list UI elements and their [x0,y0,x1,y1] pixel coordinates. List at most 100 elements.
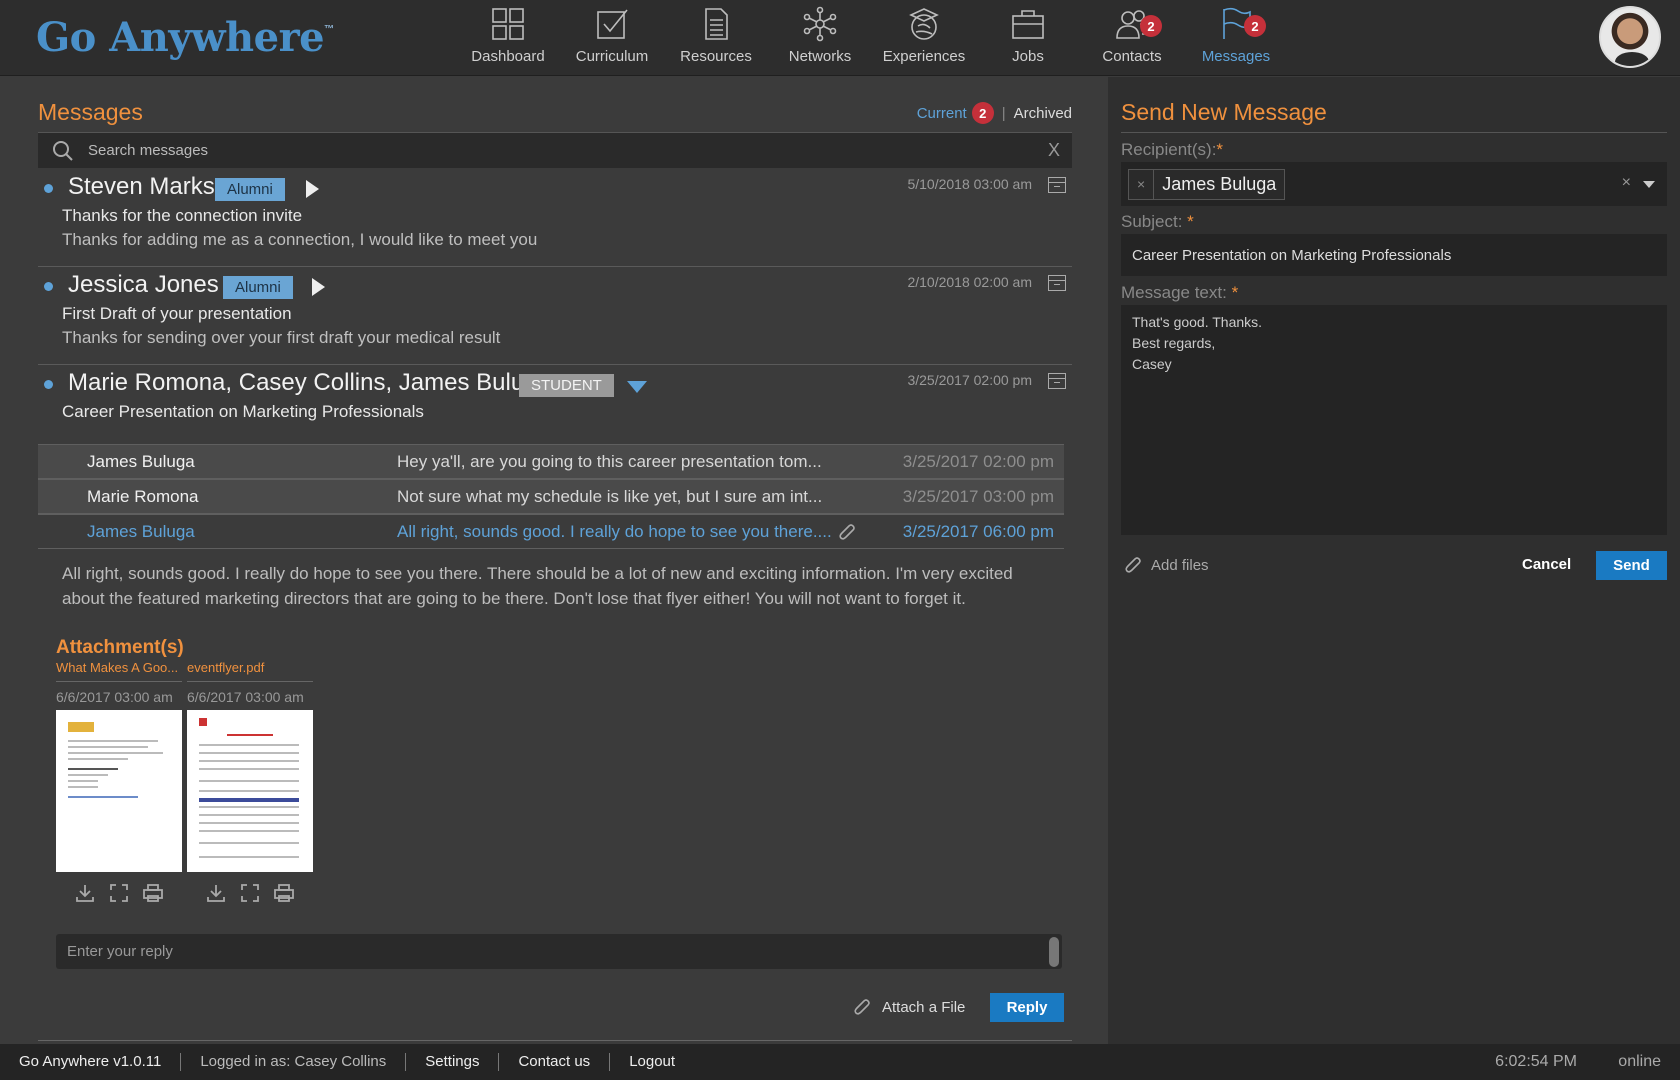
networks-icon [803,6,837,42]
fullscreen-icon[interactable] [239,882,261,904]
message-preview: Thanks for adding me as a connection, I … [62,230,538,249]
expand-icon[interactable] [312,278,325,296]
reply-scrollbar[interactable] [1049,936,1059,967]
archive-icon[interactable] [1048,177,1066,193]
recipients-field[interactable]: × James Buluga × [1121,162,1667,206]
current-badge: 2 [971,102,994,124]
nav-label: Networks [788,48,852,65]
thread-text: Not sure what my schedule is like yet, b… [397,486,823,506]
nav-networks[interactable]: Networks [768,0,872,76]
add-files-button[interactable]: Add files [1123,555,1209,575]
recipient-chip: × James Buluga [1128,169,1286,200]
jobs-icon [1012,10,1044,39]
message-tabs: Current 2 | Archived [917,102,1072,124]
collapse-icon[interactable] [627,381,647,393]
expand-icon[interactable] [306,180,319,198]
thread-row-selected[interactable]: James Buluga All right, sounds good. I r… [38,514,1064,549]
thread-list: James Buluga Hey ya'll, are you going to… [38,444,1064,549]
nav-label: Experiences [882,48,966,65]
unread-dot [44,380,53,389]
nav-resources[interactable]: Resources [664,0,768,76]
contact-link[interactable]: Contact us [498,1053,609,1071]
thread-date: 3/25/2017 06:00 pm [902,521,1054,541]
message-preview: Thanks for sending over your first draft… [62,328,501,347]
message-subject: Career Presentation on Marketing Profess… [62,402,424,421]
thread-row[interactable]: James Buluga Hey ya'll, are you going to… [38,444,1064,479]
recipient-name: James Buluga [1162,174,1277,194]
attachment: What Makes A Goo... 6/6/2017 03:00 am [56,660,182,904]
message-date: 3/25/2017 02:00 pm [907,372,1032,388]
attachment-name[interactable]: eventflyer.pdf [187,660,313,682]
divider [38,1040,1072,1041]
message-item[interactable]: Steven Marks Alumni 5/10/2018 03:00 am T… [38,170,1072,250]
thread-sender: James Buluga [87,451,195,471]
logout-link[interactable]: Logout [609,1053,694,1071]
divider [38,364,1072,365]
search-clear-button[interactable]: X [1048,140,1060,161]
subject-input[interactable] [1121,234,1667,276]
footer: Go Anywhere v1.0.11 Logged in as: Casey … [0,1044,1680,1080]
compose-panel: Send New Message Recipient(s):* × James … [1108,77,1680,1044]
attachment-date: 6/6/2017 03:00 am [187,689,304,705]
message-textarea[interactable]: That's good. Thanks. Best regards, Casey [1121,305,1667,535]
nav-experiences[interactable]: Experiences [872,0,976,76]
nav-label: Dashboard [471,48,545,65]
download-icon[interactable] [74,882,96,904]
message-item-expanded[interactable]: Marie Romona, Casey Collins, James Bulug… [38,366,1072,436]
app-version: Go Anywhere v1.0.11 [19,1053,162,1070]
divider [1121,132,1667,133]
add-files-label: Add files [1151,556,1209,574]
contacts-badge: 2 [1140,15,1162,37]
attach-file-label: Attach a File [882,998,966,1016]
message-sender: Jessica Jones [68,271,219,298]
nav-messages[interactable]: Messages 2 [1184,0,1288,76]
resources-icon [705,8,728,40]
unread-dot [44,184,53,193]
message-subject: Thanks for the connection invite [62,206,303,225]
message-item[interactable]: Jessica Jones Alumni 2/10/2018 02:00 am … [38,268,1072,348]
unread-dot [44,282,53,291]
nav-jobs[interactable]: Jobs [976,0,1080,76]
archive-icon[interactable] [1048,275,1066,291]
print-icon[interactable] [142,882,164,904]
fullscreen-icon[interactable] [108,882,130,904]
student-tag: STUDENT [519,374,614,397]
reply-input[interactable] [56,943,1049,960]
search-input[interactable] [88,142,1048,159]
tab-archived[interactable]: Archived [1014,105,1072,122]
message-date: 2/10/2018 02:00 am [907,274,1032,290]
archive-icon[interactable] [1048,373,1066,389]
dashboard-icon [492,8,524,40]
settings-link[interactable]: Settings [405,1053,498,1071]
print-icon[interactable] [273,882,295,904]
nav-curriculum[interactable]: Curriculum [560,0,664,76]
attachments-title: Attachment(s) [56,637,184,658]
nav-contacts[interactable]: Contacts 2 [1080,0,1184,76]
user-avatar[interactable] [1599,6,1661,68]
search-bar: X [38,132,1072,168]
thread-sender: James Buluga [87,521,195,541]
attach-file-button[interactable]: Attach a File [852,997,965,1017]
app-logo[interactable]: Go Anywhere™ [36,14,334,61]
clear-recipients-button[interactable]: × [1622,174,1631,192]
send-button[interactable]: Send [1596,551,1667,580]
attachment-name[interactable]: What Makes A Goo... [56,660,182,682]
paperclip-icon [854,999,870,1015]
chip-remove-button[interactable]: × [1129,170,1155,199]
tab-current[interactable]: Current [917,105,967,122]
attachment-thumbnail[interactable] [56,710,182,872]
top-bar: Go Anywhere™ Dashboard Curriculum Resour… [0,0,1680,76]
logged-in-user: Logged in as: Casey Collins [180,1053,405,1071]
cancel-button[interactable]: Cancel [1522,556,1571,573]
recipients-label: Recipient(s):* [1121,140,1224,159]
reply-button[interactable]: Reply [990,993,1064,1022]
thread-date: 3/25/2017 03:00 pm [902,486,1054,506]
download-icon[interactable] [205,882,227,904]
attachment-thumbnail[interactable] [187,710,313,872]
message-body: All right, sounds good. I really do hope… [62,564,1013,608]
thread-row[interactable]: Marie Romona Not sure what my schedule i… [38,479,1064,514]
online-status: online [1618,1053,1661,1070]
nav-dashboard[interactable]: Dashboard [456,0,560,76]
thread-date: 3/25/2017 02:00 pm [902,451,1054,471]
chevron-down-icon[interactable] [1643,181,1655,188]
